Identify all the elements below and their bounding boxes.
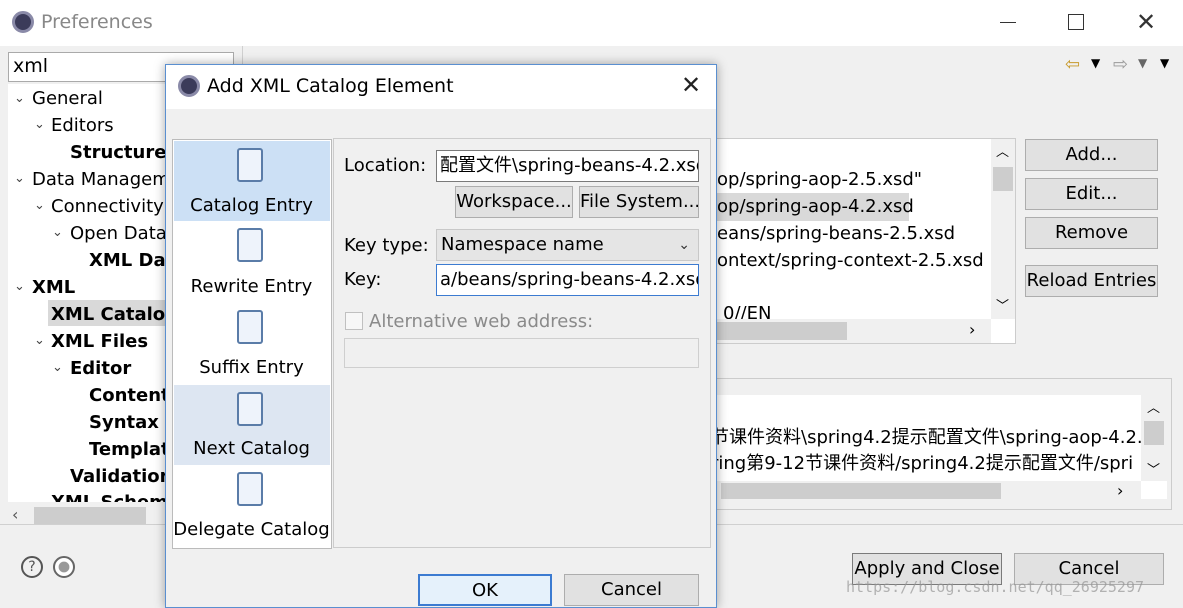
tree-item-open-data[interactable]: Open Data: [70, 223, 166, 244]
catalog-entry-row[interactable]: op/spring-aop-4.2.xsd: [717, 196, 914, 217]
view-menu-icon[interactable]: ▼: [1160, 56, 1169, 70]
catalog-entry-row[interactable]: eans/spring-beans-2.5.xsd: [717, 223, 955, 244]
key-type-label: Key type:: [344, 235, 429, 256]
location-input[interactable]: 配置文件\spring-beans-4.2.xsd: [436, 150, 699, 182]
dropdown-arrow-icon[interactable]: ▼: [1091, 56, 1100, 70]
details-group: 节课件资料\spring4.2提示配置文件\spring-aop-4.2. ri…: [700, 378, 1172, 510]
next-catalog-icon: [237, 392, 263, 426]
alternative-web-address-label: Alternative web address:: [369, 311, 594, 332]
chevron-down-icon[interactable]: ⌄: [14, 171, 25, 186]
chevron-down-icon[interactable]: ⌄: [52, 360, 63, 375]
tree-item-connectivity[interactable]: Connectivity: [51, 196, 164, 217]
suffix-entry-icon: [237, 310, 263, 344]
scrollbar-thumb[interactable]: [717, 322, 847, 340]
catalog-entry-row[interactable]: op/spring-aop-2.5.xsd": [717, 169, 922, 190]
tree-item-xml-catalog[interactable]: XML Catalog: [51, 304, 166, 325]
preferences-tree: ⌄ General ⌄ Editors Structured ⌄ Data Ma…: [8, 84, 166, 502]
delegate-catalog-icon: [237, 472, 263, 506]
details-text[interactable]: 节课件资料\spring4.2提示配置文件\spring-aop-4.2. ri…: [705, 395, 1167, 499]
key-type-value: Namespace name: [441, 234, 604, 255]
vertical-scrollbar[interactable]: ︿ ﹀: [991, 139, 1015, 319]
close-icon[interactable]: ✕: [681, 71, 701, 99]
details-line: ring第9-12节课件资料/spring4.2提示配置文件/spri: [711, 453, 1134, 474]
catalog-entry-row[interactable]: ontext/spring-context-2.5.xsd: [717, 250, 984, 271]
scrollbar-thumb[interactable]: [1144, 421, 1164, 445]
chevron-down-icon[interactable]: ⌄: [34, 198, 45, 213]
tree-item-general[interactable]: General: [32, 88, 103, 109]
list-item-suffix-entry[interactable]: Suffix Entry: [173, 357, 330, 378]
list-item-rewrite-entry[interactable]: Rewrite Entry: [173, 276, 330, 297]
location-label: Location:: [344, 155, 427, 176]
dialog-title: Add XML Catalog Element: [207, 75, 454, 97]
tree-item-xml-files[interactable]: XML Files: [51, 331, 148, 352]
catalog-entry-icon: [237, 148, 263, 182]
chevron-down-icon: ⌄: [678, 237, 690, 253]
import-export-icon[interactable]: [53, 556, 75, 578]
window-title-bar: Preferences ✕: [0, 0, 1183, 46]
close-icon[interactable]: ✕: [1136, 8, 1156, 36]
list-item-next-catalog[interactable]: Next Catalog: [173, 438, 330, 459]
list-item-catalog-entry[interactable]: Catalog Entry: [173, 195, 330, 216]
chevron-down-icon[interactable]: ﹀: [1147, 459, 1160, 478]
help-icon[interactable]: ?: [21, 556, 43, 578]
tree-item-editors[interactable]: Editors: [51, 115, 114, 136]
chevron-down-icon[interactable]: ⌄: [34, 117, 45, 132]
chevron-down-icon[interactable]: ⌄: [34, 333, 45, 348]
tree-item-data-management[interactable]: Data Managem: [32, 169, 166, 190]
scrollbar-thumb[interactable]: [34, 507, 146, 525]
tree-item-xml-data[interactable]: XML Dat: [89, 250, 166, 271]
chevron-right-icon[interactable]: ›: [1117, 481, 1123, 499]
chevron-up-icon[interactable]: ︿: [996, 141, 1009, 160]
tree-item-xml-schema[interactable]: XML Schema: [51, 492, 166, 502]
tree-item-templates[interactable]: Template: [89, 439, 166, 460]
minimize-icon[interactable]: [1000, 22, 1016, 23]
eclipse-icon: [12, 11, 34, 33]
dropdown-arrow-icon[interactable]: ▼: [1138, 56, 1147, 70]
alternative-web-address-input[interactable]: [344, 338, 699, 368]
remove-button[interactable]: Remove: [1025, 217, 1158, 249]
chevron-down-icon[interactable]: ⌄: [14, 91, 25, 106]
dialog-title-bar: Add XML Catalog Element ✕: [166, 65, 716, 109]
list-item-delegate-catalog[interactable]: Delegate Catalog: [173, 519, 330, 540]
ok-button[interactable]: OK: [418, 574, 552, 606]
back-arrow-icon[interactable]: ⇦: [1065, 54, 1080, 75]
horizontal-scrollbar[interactable]: ›: [705, 481, 1141, 499]
key-input[interactable]: a/beans/spring-beans-4.2.xsd: [436, 264, 699, 296]
tree-item-xml[interactable]: XML: [32, 277, 75, 298]
add-button[interactable]: Add...: [1025, 139, 1158, 171]
edit-button[interactable]: Edit...: [1025, 178, 1158, 210]
tree-item-structured[interactable]: Structured: [70, 142, 166, 163]
key-label: Key:: [344, 269, 382, 290]
workspace-button[interactable]: Workspace...: [455, 186, 573, 218]
horizontal-scrollbar[interactable]: ›: [701, 319, 991, 343]
tree-item-editor[interactable]: Editor: [70, 358, 131, 379]
scrollbar-thumb[interactable]: [993, 167, 1013, 191]
chevron-down-icon[interactable]: ⌄: [14, 279, 25, 294]
chevron-right-icon[interactable]: ›: [969, 320, 975, 339]
chevron-up-icon[interactable]: ︿: [1147, 397, 1160, 416]
chevron-down-icon[interactable]: ⌄: [52, 225, 63, 240]
forward-arrow-icon[interactable]: ⇨: [1113, 54, 1128, 75]
scrollbar-thumb[interactable]: [721, 483, 1001, 499]
rewrite-entry-icon: [237, 228, 263, 262]
window-title: Preferences: [41, 11, 153, 33]
key-type-select[interactable]: Namespace name ⌄: [436, 229, 699, 261]
maximize-icon[interactable]: [1068, 14, 1084, 30]
eclipse-icon: [178, 75, 200, 97]
tree-item-syntax[interactable]: Syntax C: [89, 412, 166, 433]
watermark: https://blog.csdn.net/qq_26925297: [846, 578, 1145, 596]
chevron-down-icon[interactable]: ﹀: [996, 295, 1009, 314]
reload-entries-button[interactable]: Reload Entries: [1025, 265, 1158, 297]
dialog-cancel-button[interactable]: Cancel: [564, 574, 699, 606]
tree-item-content[interactable]: Content: [89, 385, 166, 406]
details-line: 节课件资料\spring4.2提示配置文件\spring-aop-4.2.: [711, 427, 1143, 448]
file-system-button[interactable]: File System...: [579, 186, 699, 218]
alternative-web-address-checkbox[interactable]: [345, 312, 363, 330]
tree-item-validation[interactable]: Validation: [70, 466, 166, 487]
chevron-left-icon[interactable]: ‹: [12, 505, 18, 524]
catalog-entries-table[interactable]: op/spring-aop-2.5.xsd" op/spring-aop-4.2…: [700, 138, 1016, 344]
vertical-scrollbar[interactable]: ︿ ﹀: [1141, 395, 1167, 481]
